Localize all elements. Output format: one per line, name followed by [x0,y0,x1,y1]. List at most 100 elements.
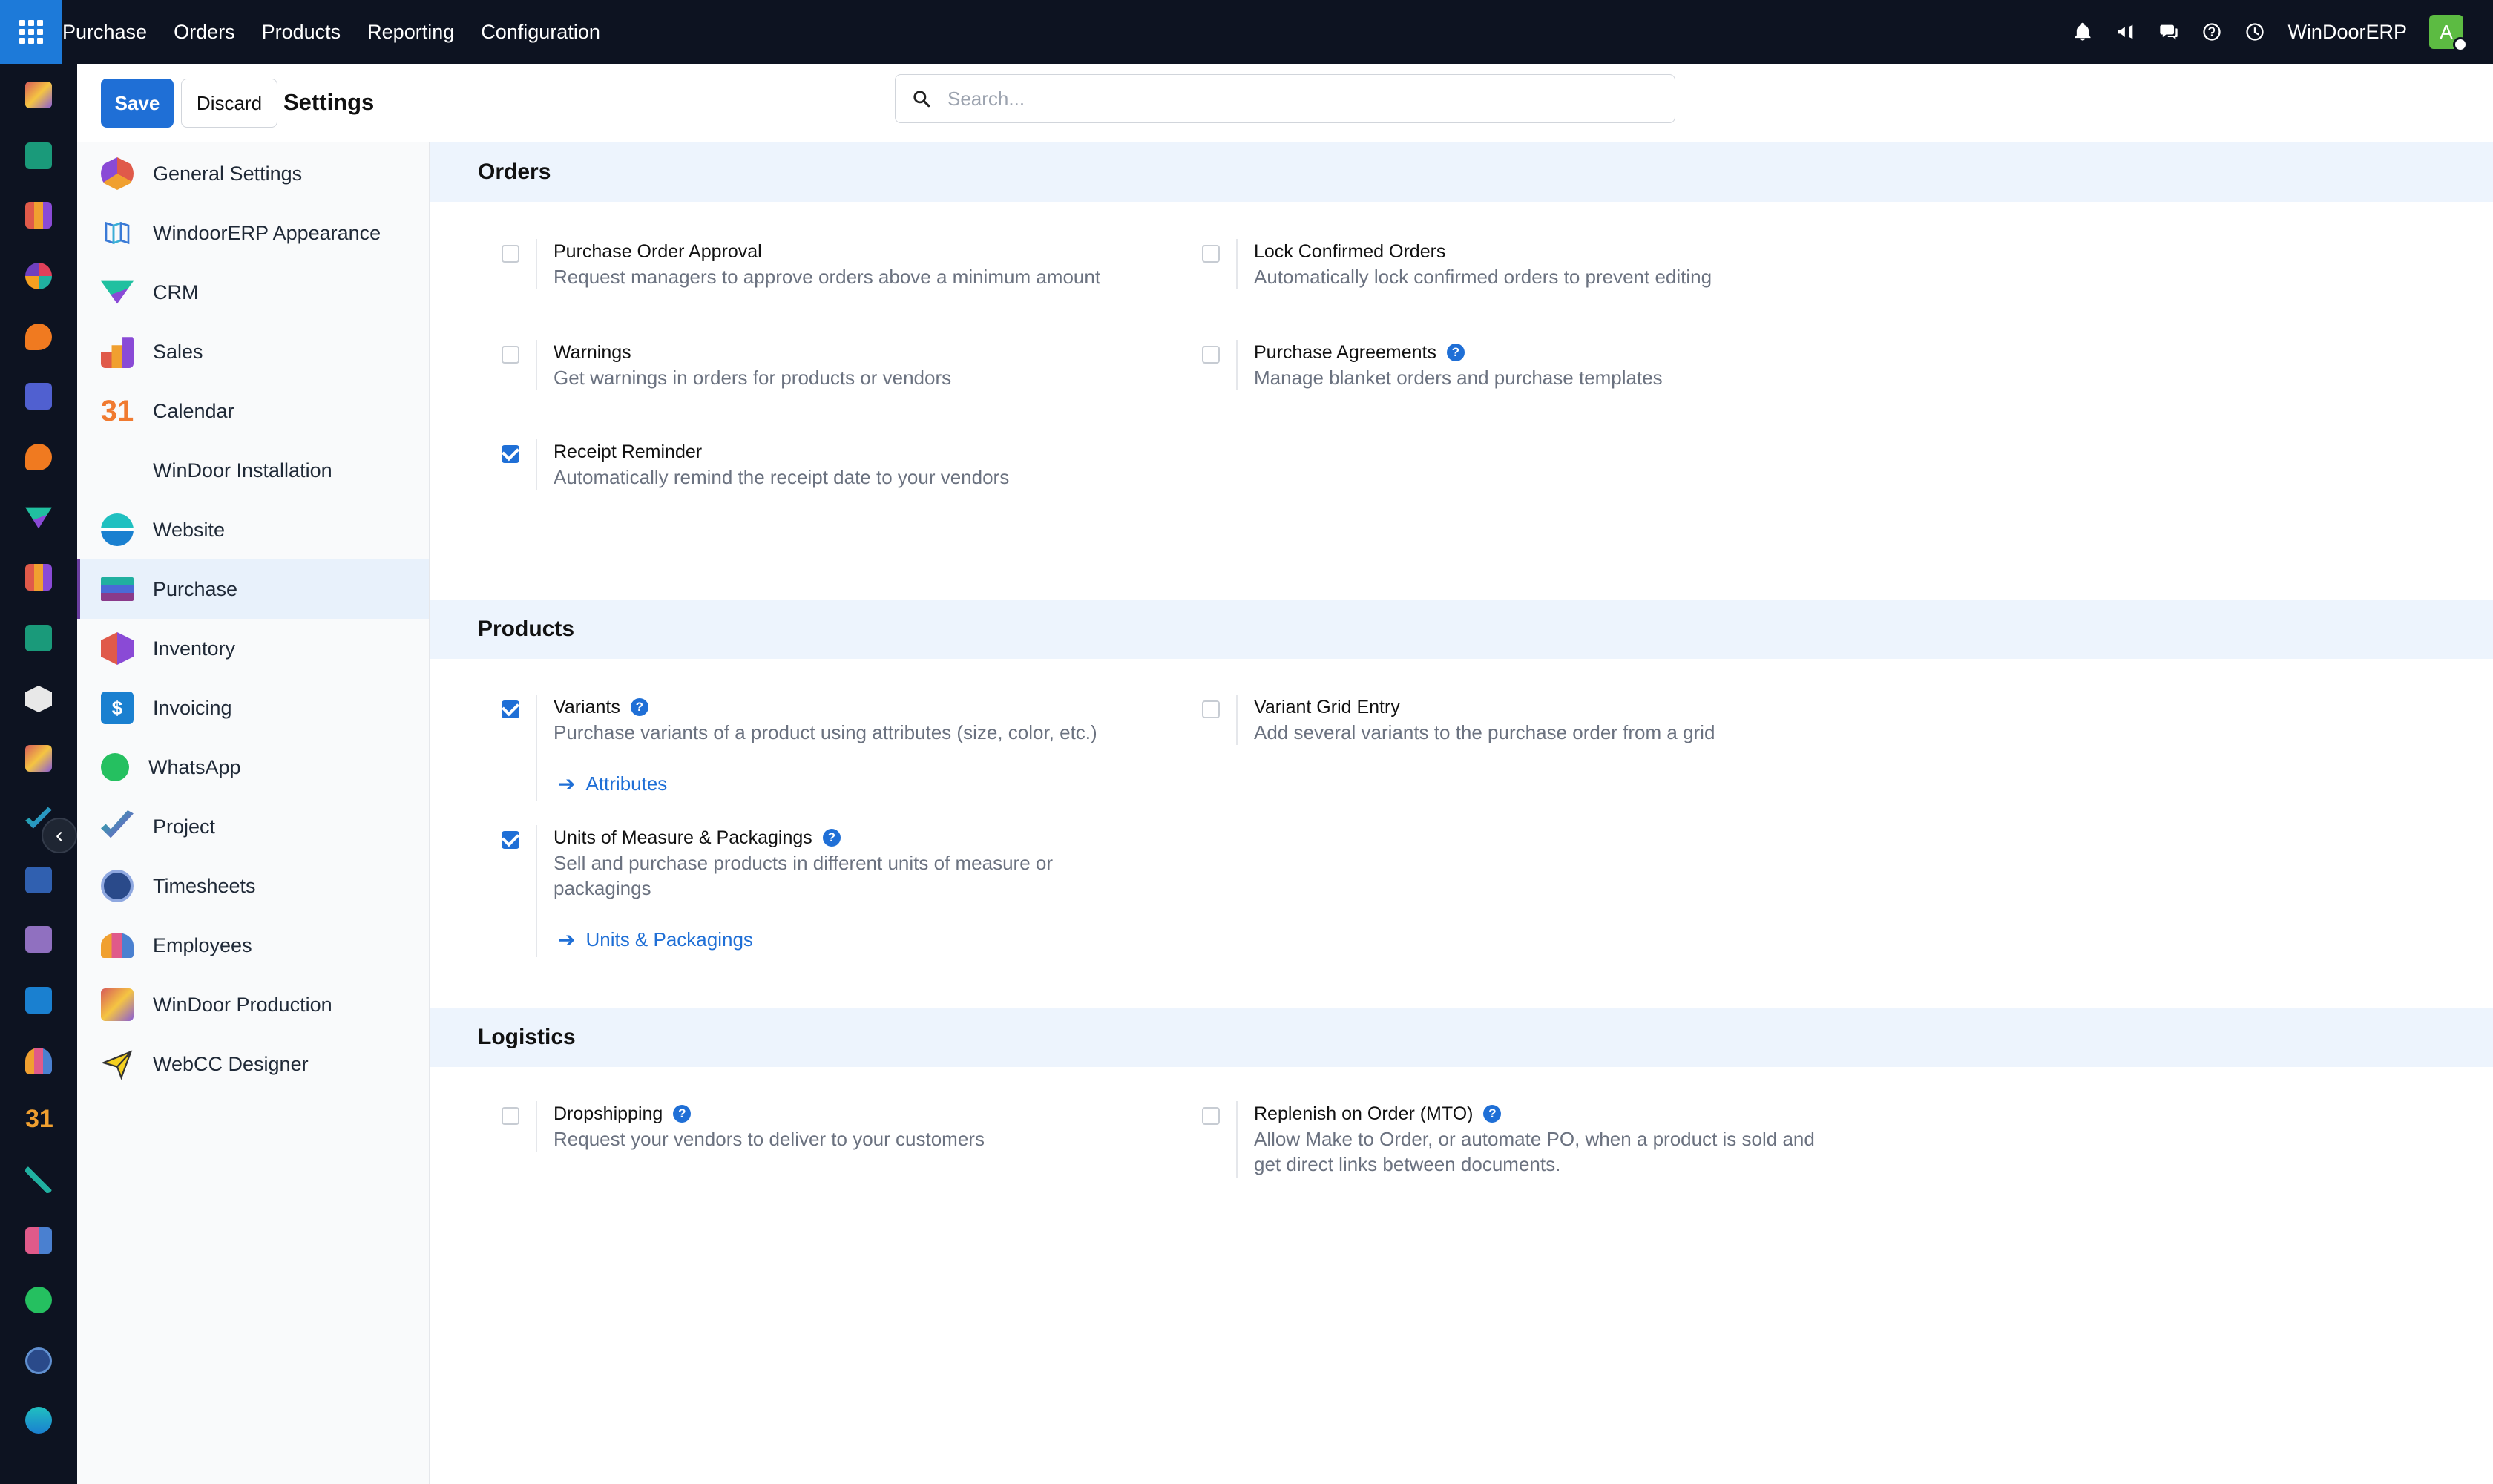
blank-icon [101,454,134,487]
appearance-icon [101,217,134,249]
save-button[interactable]: Save [101,79,174,128]
settings-content: Orders Purchase Order Approval Request m… [430,142,2493,1484]
sidebar-item-label: Project [153,815,216,838]
sidebar-item-label: WinDoor Production [153,993,332,1016]
variant-grid-entry-checkbox[interactable] [1202,700,1220,718]
attributes-link[interactable]: ➔ Attributes [554,772,1132,796]
email-app-icon[interactable] [25,383,52,410]
sidebar-item-employees[interactable]: Employees [77,916,429,975]
megaphone-icon[interactable] [2115,22,2136,42]
chat-icon[interactable] [2158,22,2179,42]
dropshipping-checkbox[interactable] [502,1107,519,1125]
sidebar-item-crm[interactable]: CRM [77,263,429,322]
sidebar-item-label: WebCC Designer [153,1052,309,1075]
setting-label-row: Replenish on Order (MTO) ? [1254,1101,1833,1126]
website-app-icon[interactable] [25,1407,52,1434]
setting-dropshipping: Dropshipping ? Request your vendors to d… [502,1101,1132,1152]
timesheets-app-icon[interactable] [25,1347,52,1374]
menu-reporting[interactable]: Reporting [354,0,467,64]
employees-app-icon[interactable] [25,1048,52,1074]
units-packagings-link[interactable]: ➔ Units & Packagings [554,928,1132,952]
whatsapp-app-icon[interactable] [25,1287,52,1313]
replenish-on-order-checkbox[interactable] [1202,1107,1220,1125]
setting-label: Variants [554,697,620,718]
sales2-app-icon[interactable] [25,564,52,591]
lock-confirmed-orders-checkbox[interactable] [1202,245,1220,263]
help-icon[interactable] [2201,22,2222,42]
sidebar-item-invoicing[interactable]: $ Invoicing [77,678,429,738]
apps-app-icon[interactable] [25,1227,52,1254]
sidebar-item-timesheets[interactable]: Timesheets [77,856,429,916]
setting-label: Purchase Order Approval [554,241,762,262]
control-panel: Save Discard Settings [77,64,2493,142]
production-app-icon[interactable] [25,82,52,108]
production2-app-icon[interactable] [25,745,52,772]
help-icon[interactable]: ? [673,1105,692,1123]
sidebar-item-whatsapp[interactable]: WhatsApp [77,738,429,797]
bell-icon[interactable] [2072,22,2093,42]
contacts2-app-icon[interactable] [25,625,52,651]
whatsapp-icon [101,753,129,781]
grid-icon [19,20,43,44]
sidebar-item-sales[interactable]: Sales [77,322,429,381]
user-avatar[interactable]: A [2429,15,2468,52]
sales-icon [101,337,134,368]
search-input[interactable] [947,87,1660,111]
discuss-app-icon[interactable] [25,324,52,350]
sidebar-item-webcc-designer[interactable]: WebCC Designer [77,1034,429,1094]
sidebar-item-label: WhatsApp [148,755,241,778]
invoicing-app-icon[interactable] [25,987,52,1014]
livechat-app-icon[interactable] [25,444,52,470]
setting-label: Purchase Agreements [1254,342,1436,363]
sidebar-item-windoor-production[interactable]: WinDoor Production [77,975,429,1034]
menu-orders[interactable]: Orders [160,0,249,64]
sidebar-item-purchase[interactable]: Purchase [77,559,429,619]
sidebar-item-label: Calendar [153,399,234,422]
box-app-icon[interactable] [25,926,52,953]
setting-replenish-on-order: Replenish on Order (MTO) ? Allow Make to… [1202,1101,1833,1178]
sidebar-item-inventory[interactable]: Inventory [77,619,429,678]
status-dot [2453,37,2468,52]
sales-app-icon[interactable] [25,202,52,229]
app-menu-button[interactable] [0,0,62,64]
calendar-app-icon[interactable]: 31 [25,1106,53,1132]
contacts-app-icon[interactable] [25,142,52,169]
setting-label: Dropshipping [554,1103,663,1124]
sidebar-item-project[interactable]: Project [77,797,429,856]
sidebar-item-label: Timesheets [153,874,256,897]
collapse-rail-icon[interactable]: ‹ [42,818,77,853]
page-title: Settings [283,89,375,115]
sidebar-item-appearance[interactable]: WindoorERP Appearance [77,203,429,263]
menu-products[interactable]: Products [249,0,355,64]
units-of-measure-checkbox[interactable] [502,831,519,849]
help-icon[interactable]: ? [630,698,648,716]
receipt-reminder-checkbox[interactable] [502,445,519,463]
purchase-agreements-checkbox[interactable] [1202,346,1220,364]
sidebar-item-calendar[interactable]: 31 Calendar [77,381,429,441]
setting-purchase-order-approval: Purchase Order Approval Request managers… [502,239,1132,289]
help-icon[interactable]: ? [1483,1105,1502,1123]
sidebar-item-website[interactable]: Website [77,500,429,559]
clock-icon[interactable] [2244,22,2265,42]
dashboard-app-icon[interactable] [25,263,52,289]
help-icon[interactable]: ? [1446,344,1465,361]
purchase-order-approval-checkbox[interactable] [502,245,519,263]
link-label: Attributes [585,772,668,795]
menu-purchase[interactable]: Purchase [62,0,160,64]
discard-button[interactable]: Discard [181,79,277,128]
company-name[interactable]: WinDoorERP [2287,21,2407,44]
settings-search[interactable] [895,74,1675,123]
help-icon[interactable]: ? [822,829,841,847]
menu-configuration[interactable]: Configuration [467,0,614,64]
sign-app-icon[interactable] [25,1166,52,1193]
knowledge-app-icon[interactable] [25,867,52,893]
inventory-app-icon[interactable] [25,686,52,712]
setting-receipt-reminder: Receipt Reminder Automatically remind th… [502,439,1132,490]
setting-label-row: Dropshipping ? [554,1101,1132,1126]
variants-checkbox[interactable] [502,700,519,718]
sidebar-item-windoor-installation[interactable]: WinDoor Installation [77,441,429,500]
warnings-checkbox[interactable] [502,346,519,364]
crm-app-icon[interactable] [25,507,52,529]
setting-description: Manage blanket orders and purchase templ… [1254,367,1663,389]
sidebar-item-general-settings[interactable]: General Settings [77,144,429,203]
